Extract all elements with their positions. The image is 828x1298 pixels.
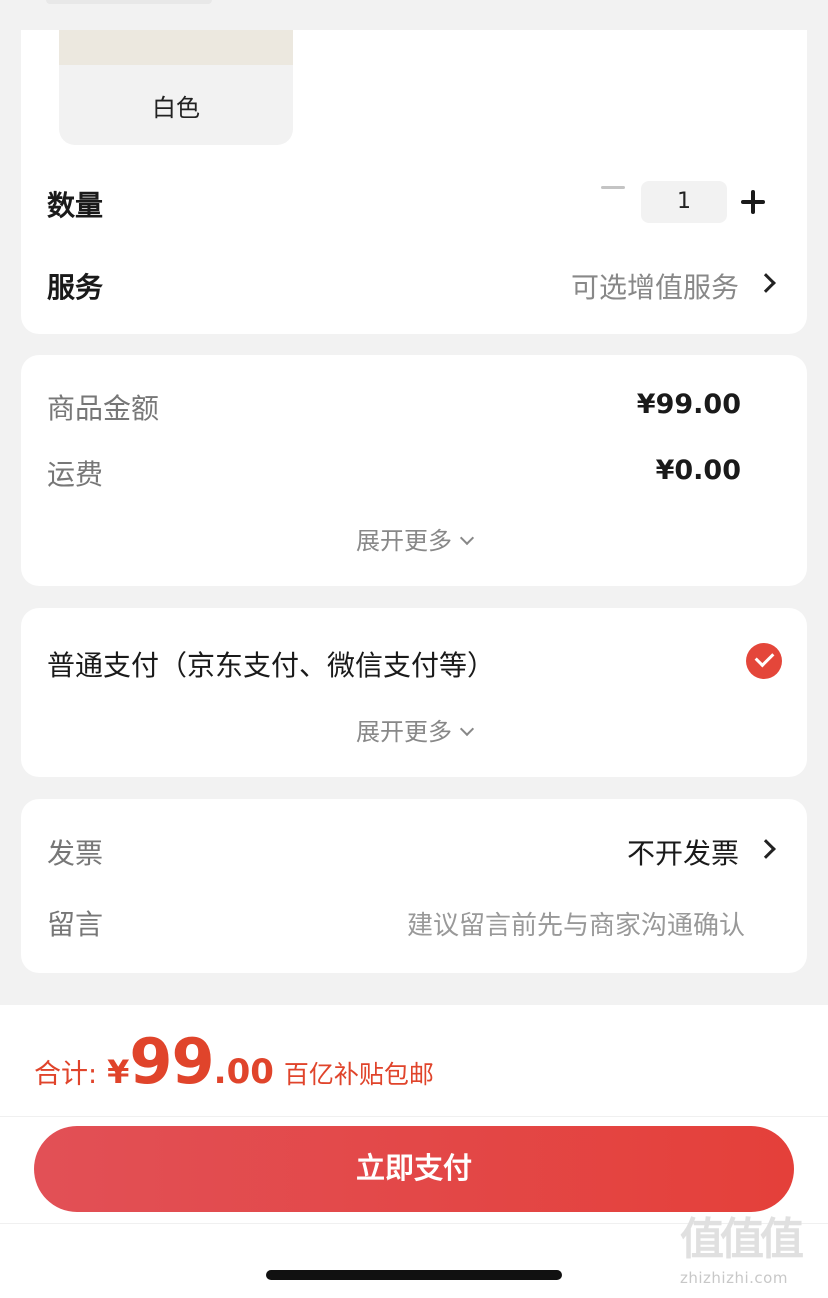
payment-method-label[interactable]: 普通支付（京东支付、微信支付等） (47, 644, 495, 684)
total-label: 合计: (34, 1059, 98, 1090)
shipping-label: 运费 (47, 458, 104, 491)
total-amount-integer: 99 (129, 1025, 214, 1098)
quantity-decrease-button[interactable] (601, 186, 625, 189)
check-icon[interactable] (746, 643, 782, 679)
goods-amount-value: ¥99.00 (636, 389, 741, 420)
quantity-input[interactable]: 1 (641, 181, 727, 223)
price-expand-more[interactable]: 展开更多 (21, 521, 807, 556)
expand-more-label: 展开更多 (356, 527, 452, 555)
invoice-card: 发票 不开发票 留言 建议留言前先与商家沟通确认 (21, 799, 807, 973)
total-row: 合计: ¥ 99 .00 百亿补贴包邮 (34, 1025, 434, 1105)
service-label: 服务 (47, 271, 104, 304)
pay-now-button[interactable]: 立即支付 (34, 1126, 794, 1212)
note-label: 留言 (47, 908, 104, 941)
home-indicator[interactable] (266, 1270, 562, 1280)
checkout-bar: 合计: ¥ 99 .00 百亿补贴包邮 立即支付 值值值 zhizhizhi.c… (0, 1005, 828, 1298)
subsidy-text: 百亿补贴包邮 (283, 1060, 434, 1089)
divider (0, 1116, 828, 1117)
top-strip (0, 0, 828, 30)
chevron-down-icon (459, 721, 475, 737)
quantity-label: 数量 (47, 189, 104, 222)
invoice-label: 发票 (47, 837, 104, 870)
shipping-amount-value: ¥0.00 (655, 455, 741, 486)
total-currency: ¥ (107, 1053, 130, 1091)
top-tab-hint (46, 0, 212, 4)
note-input[interactable]: 建议留言前先与商家沟通确认 (407, 905, 745, 942)
payment-card: 普通支付（京东支付、微信支付等） 展开更多 (21, 608, 807, 777)
spec-card: 白色 数量 1 服务 可选增值服务 (21, 30, 807, 334)
quantity-increase-button[interactable] (741, 190, 765, 214)
watermark: 值值值 zhizhizhi.com (680, 1215, 820, 1295)
chevron-right-icon (756, 273, 776, 293)
variant-label: 白色 (152, 94, 200, 122)
watermark-site: zhizhizhi.com (680, 1269, 788, 1287)
watermark-logo: 值值值 (680, 1214, 804, 1265)
chevron-right-icon (756, 839, 776, 859)
price-card: 商品金额 ¥99.00 运费 ¥0.00 展开更多 (21, 355, 807, 586)
payment-expand-more[interactable]: 展开更多 (21, 712, 807, 747)
service-value[interactable]: 可选增值服务 (571, 266, 739, 306)
variant-swatch-image (59, 30, 293, 65)
total-amount-decimal: .00 (213, 1052, 274, 1092)
variant-option-white[interactable]: 白色 (59, 30, 293, 145)
chevron-down-icon (459, 530, 475, 546)
goods-amount-label: 商品金额 (47, 392, 160, 425)
invoice-value[interactable]: 不开发票 (627, 832, 739, 872)
expand-more-label: 展开更多 (356, 718, 452, 746)
